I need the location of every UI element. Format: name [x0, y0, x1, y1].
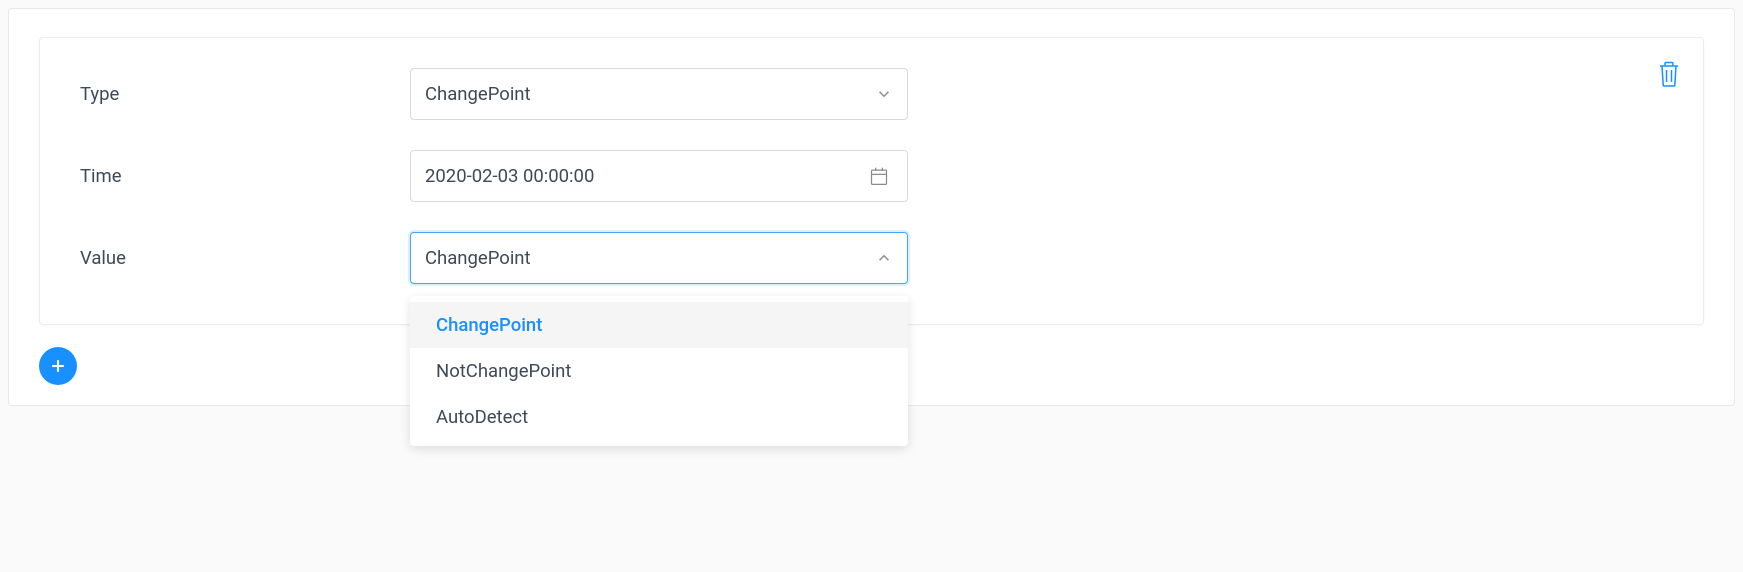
row-type: Type ChangePoint [80, 68, 1663, 120]
form-card: Type ChangePoint Time 2020-02-03 00:00:0… [39, 37, 1704, 325]
trash-icon [1657, 60, 1681, 88]
value-select[interactable]: ChangePoint [410, 232, 908, 284]
chevron-up-icon [875, 249, 893, 267]
delete-button[interactable] [1657, 60, 1681, 90]
option-autodetect[interactable]: AutoDetect [410, 394, 908, 440]
row-value: Value ChangePoint ChangePoint NotChangeP… [80, 232, 1663, 284]
time-input[interactable]: 2020-02-03 00:00:00 [410, 150, 908, 202]
option-changepoint[interactable]: ChangePoint [410, 302, 908, 348]
control-time: 2020-02-03 00:00:00 [410, 150, 908, 202]
label-type: Type [80, 83, 410, 105]
row-time: Time 2020-02-03 00:00:00 [80, 150, 1663, 202]
label-time: Time [80, 165, 410, 187]
plus-icon [48, 356, 68, 376]
outer-container: Type ChangePoint Time 2020-02-03 00:00:0… [8, 8, 1735, 406]
control-type: ChangePoint [410, 68, 908, 120]
value-select-value: ChangePoint [425, 247, 875, 269]
time-input-value: 2020-02-03 00:00:00 [425, 165, 869, 187]
calendar-icon [869, 166, 889, 186]
chevron-down-icon [875, 85, 893, 103]
option-notchangepoint[interactable]: NotChangePoint [410, 348, 908, 394]
type-select[interactable]: ChangePoint [410, 68, 908, 120]
value-dropdown-panel: ChangePoint NotChangePoint AutoDetect [410, 296, 908, 446]
add-button[interactable] [39, 347, 77, 385]
type-select-value: ChangePoint [425, 83, 875, 105]
label-value: Value [80, 247, 410, 269]
control-value: ChangePoint ChangePoint NotChangePoint A… [410, 232, 908, 284]
